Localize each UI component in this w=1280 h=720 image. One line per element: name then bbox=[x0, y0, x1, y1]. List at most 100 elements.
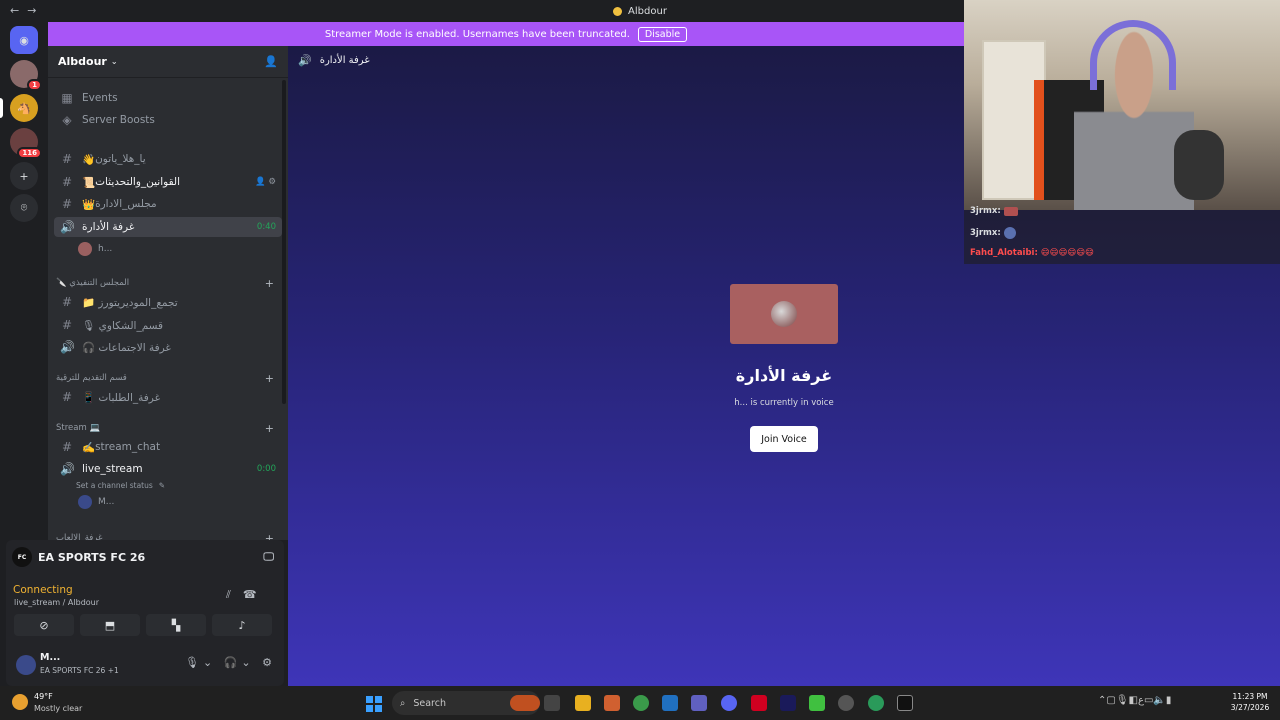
voice-channel-meetings[interactable]: 🔊 🎧 غرفة الاجتماعات bbox=[54, 337, 282, 357]
chevron-down-icon: ⌄ bbox=[110, 57, 118, 66]
start-button[interactable] bbox=[366, 696, 382, 712]
task-view-icon[interactable] bbox=[544, 695, 560, 711]
discord-taskbar-icon[interactable] bbox=[721, 695, 737, 711]
back-arrow-icon[interactable]: ← bbox=[10, 4, 27, 17]
volume-icon[interactable]: 🔈 bbox=[1153, 695, 1165, 706]
tray-icon[interactable]: ▢ bbox=[1106, 695, 1115, 706]
chrome-icon[interactable] bbox=[633, 695, 649, 711]
obs-icon[interactable] bbox=[838, 695, 854, 711]
history-nav[interactable]: ←→ bbox=[10, 4, 44, 17]
add-channel-icon[interactable]: + bbox=[265, 277, 274, 290]
events-label: Events bbox=[82, 92, 118, 104]
connection-channel[interactable]: live_stream / Albdour bbox=[14, 598, 99, 607]
channel-welcome[interactable]: # 👋 يا_هلا_ياتون bbox=[54, 149, 282, 169]
voice-user-name: M... bbox=[98, 497, 115, 507]
voice-user[interactable]: M... bbox=[78, 493, 114, 511]
channel-mods[interactable]: # 📁 تجمع_الموديريتورز bbox=[54, 292, 282, 312]
server-albdour[interactable]: 🐴 bbox=[10, 94, 38, 122]
join-voice-button[interactable]: Join Voice bbox=[750, 426, 818, 452]
explore-compass-icon[interactable]: ⌾ bbox=[10, 194, 38, 222]
network-icon[interactable]: ▭ bbox=[1144, 695, 1153, 706]
weather-icon bbox=[12, 694, 28, 710]
streamer-mode-banner: Streamer Mode is enabled. Usernames have… bbox=[48, 22, 964, 46]
camera-off-button[interactable]: ⊘ bbox=[14, 614, 74, 636]
tray-icon[interactable]: ◧ bbox=[1129, 695, 1138, 706]
chat-line: Fahd_Alotaibi: 😄😄😄😄😄😄 bbox=[970, 248, 1094, 258]
add-channel-icon[interactable]: + bbox=[265, 372, 274, 385]
premiere-icon[interactable] bbox=[780, 695, 796, 711]
emote-icon bbox=[1003, 227, 1016, 239]
boost-icon: ◈ bbox=[62, 113, 72, 127]
user-status: EA SPORTS FC 26 +1 bbox=[40, 666, 119, 675]
system-tray[interactable]: ⌃▢🎙◧ع▭🔈▮ bbox=[1098, 695, 1171, 706]
voice-user-name: h... bbox=[98, 244, 113, 254]
category-stream[interactable]: Stream 💻 + bbox=[56, 420, 280, 436]
activities-button[interactable]: ▚ bbox=[146, 614, 206, 636]
add-server-icon[interactable]: + bbox=[10, 162, 38, 190]
channel-status-hint[interactable]: Set a channel status ✎ bbox=[76, 476, 165, 494]
speaker-icon: 🔊 bbox=[298, 54, 312, 67]
boosts-label: Server Boosts bbox=[82, 114, 155, 126]
soundboard-button[interactable]: ♪ bbox=[212, 614, 272, 636]
chat-user: 3jrmx: bbox=[970, 206, 1001, 216]
channel-complaints[interactable]: # 🎙 قسم_الشكاوي bbox=[54, 315, 282, 335]
battery-icon[interactable]: ▮ bbox=[1166, 695, 1172, 706]
channel-label: غرفة الأدارة bbox=[82, 221, 135, 233]
teams-icon[interactable] bbox=[691, 695, 707, 711]
hash-icon: # bbox=[61, 152, 73, 166]
disconnect-icon[interactable]: ☎ bbox=[243, 588, 269, 601]
ea-icon[interactable] bbox=[897, 695, 913, 711]
forward-arrow-icon[interactable]: → bbox=[27, 4, 44, 17]
discord-home-icon[interactable]: ◉ bbox=[10, 26, 38, 54]
server-avatar-2[interactable]: 116 bbox=[10, 128, 42, 159]
category-label: قسم التقديم للترقية bbox=[56, 373, 127, 383]
participant-tile[interactable] bbox=[730, 284, 838, 344]
chat-user: 3jrmx: bbox=[970, 228, 1001, 238]
channel-settings-icon[interactable]: 👤 ⚙ bbox=[255, 177, 276, 187]
connection-status[interactable]: Connecting bbox=[13, 584, 73, 596]
soundboard-icon: ♪ bbox=[238, 618, 246, 632]
chat-user: Fahd_Alotaibi: bbox=[970, 248, 1038, 258]
disable-button[interactable]: Disable bbox=[637, 26, 688, 42]
microphone-icon[interactable]: 🎙⌄ bbox=[185, 656, 216, 669]
selected-pill bbox=[0, 98, 3, 118]
voice-channel-admin[interactable]: 🔊 غرفة الأدارة 0:40 bbox=[54, 217, 282, 237]
invite-people-icon[interactable]: 👤 bbox=[264, 55, 278, 68]
channel-stream-chat[interactable]: # ✍️ stream_chat bbox=[54, 437, 282, 457]
category-executive[interactable]: 🔪 المجلس التنفيذي + bbox=[56, 275, 280, 291]
taskbar-search[interactable]: ⌕ Search bbox=[392, 691, 540, 715]
current-user[interactable]: M... EA SPORTS FC 26 +1 🎙⌄ 🎧⌄ ⚙ bbox=[12, 648, 278, 680]
channel-board[interactable]: # 👑 مجلس_الادارة bbox=[54, 194, 282, 214]
audio-controls: 🎙⌄ 🎧⌄ ⚙ bbox=[185, 656, 276, 669]
voice-user[interactable]: h... bbox=[78, 240, 112, 258]
webcam-microphone bbox=[1174, 130, 1224, 200]
chrome-profile-icon[interactable] bbox=[868, 695, 884, 711]
gear-icon[interactable]: ⚙ bbox=[262, 656, 276, 669]
sidebar-scrollbar[interactable] bbox=[282, 80, 286, 404]
windows-taskbar: 49°F Mostly clear ⌕ Search ⌃▢🎙◧ع▭🔈▮ 11:23 … bbox=[0, 686, 1280, 720]
speaker-icon: 🔊 bbox=[60, 340, 75, 354]
stream-screen-icon[interactable]: 🖵 bbox=[263, 550, 274, 564]
server-header[interactable]: Albdour ⌄ 👤 bbox=[48, 46, 288, 78]
channel-rules[interactable]: # 📜 القوانين_والتحديثات 👤 ⚙ bbox=[54, 172, 282, 192]
app-icon[interactable] bbox=[604, 695, 620, 711]
android-studio-icon[interactable] bbox=[809, 695, 825, 711]
weather-widget[interactable]: 49°F Mostly clear bbox=[8, 690, 98, 716]
add-channel-icon[interactable]: + bbox=[265, 422, 274, 435]
voice-controls: ⫽☎ bbox=[226, 588, 269, 602]
server-avatar-1[interactable]: 1 bbox=[10, 60, 42, 91]
screen-share-button[interactable]: ⬒ bbox=[80, 614, 140, 636]
netflix-icon[interactable] bbox=[751, 695, 767, 711]
noise-suppression-icon[interactable]: ⫽ bbox=[226, 588, 243, 601]
category-promotion[interactable]: قسم التقديم للترقية + bbox=[56, 370, 280, 386]
mic-tray-icon[interactable]: 🎙 bbox=[1116, 695, 1129, 706]
banner-text: Streamer Mode is enabled. Usernames have… bbox=[324, 28, 630, 40]
server-boosts-item[interactable]: ◈ Server Boosts bbox=[54, 110, 282, 130]
headphones-icon[interactable]: 🎧⌄ bbox=[224, 656, 255, 669]
outlook-icon[interactable] bbox=[662, 695, 678, 711]
events-item[interactable]: ▦ Events bbox=[54, 88, 282, 108]
channel-requests[interactable]: # 📱 غرفة_الطلبات bbox=[54, 387, 282, 407]
channel-label: 🎙 قسم_الشكاوي bbox=[82, 319, 164, 332]
file-explorer-icon[interactable] bbox=[575, 695, 591, 711]
clock[interactable]: 11:23 PM 3/27/2026 bbox=[1226, 691, 1274, 713]
